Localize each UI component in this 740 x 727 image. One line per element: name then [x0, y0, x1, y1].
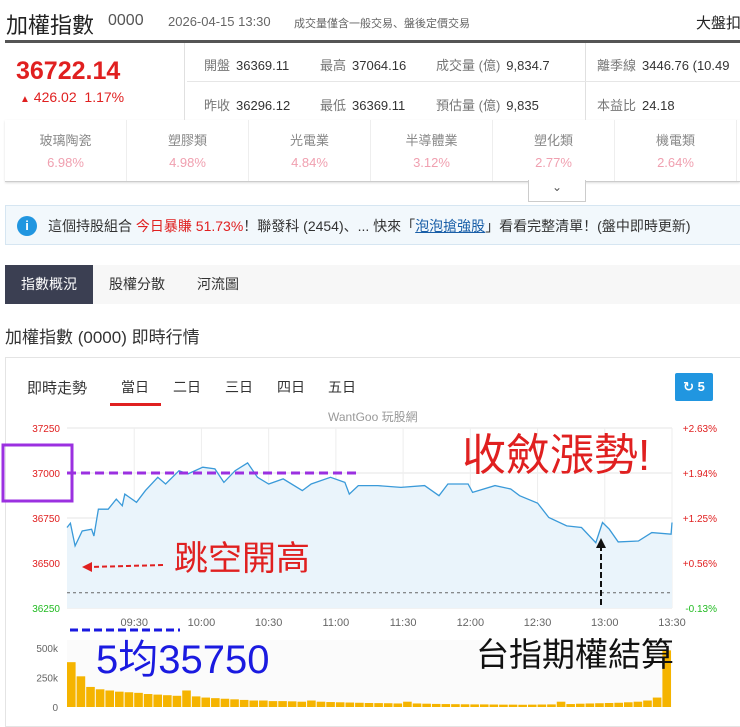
volume-bar: [307, 700, 316, 707]
x-tick-label: 10:00: [188, 617, 216, 629]
y-tick-label: 36500: [32, 559, 60, 570]
volume-bar: [527, 704, 537, 707]
volume-bar: [316, 701, 326, 707]
volume-tick-label: 500k: [36, 644, 59, 655]
volume-bar: [566, 704, 575, 707]
volume-bar: [403, 701, 412, 707]
volume-bar: [623, 702, 633, 707]
volume-bar: [268, 701, 278, 707]
volume-bar: [67, 662, 76, 707]
x-tick-label: 13:00: [591, 617, 619, 629]
volume-bar: [441, 704, 451, 707]
volume-bar: [383, 703, 393, 707]
y-tick-label: 36750: [32, 514, 60, 525]
volume-bar: [595, 703, 604, 707]
volume-bar: [547, 704, 556, 707]
volume-bar: [556, 701, 566, 707]
y-tick-label: 37250: [32, 424, 60, 435]
volume-bar: [460, 704, 470, 707]
y-tick-label: 37000: [32, 469, 60, 480]
y-tick-label: 36250: [32, 604, 60, 615]
volume-bar: [479, 704, 489, 707]
volume-bar: [499, 704, 508, 707]
volume-bar: [239, 699, 249, 707]
volume-bar: [297, 701, 307, 707]
volume-bar: [124, 692, 134, 707]
volume-bar: [326, 702, 335, 707]
volume-bar: [364, 702, 374, 707]
x-tick-label: 10:30: [255, 617, 283, 629]
annotation-text: 台指期權結算: [476, 636, 674, 673]
volume-bar: [643, 700, 652, 707]
volume-bar: [95, 689, 105, 707]
volume-bar: [412, 703, 422, 707]
volume-tick-label: 0: [52, 703, 58, 714]
volume-bar: [508, 704, 518, 707]
y-tick-label-pct: -0.13%: [685, 604, 717, 615]
volume-bar: [585, 703, 595, 707]
volume-bar: [604, 702, 614, 707]
volume-bar: [153, 694, 163, 707]
volume-bar: [76, 676, 86, 707]
y-tick-label-pct: +1.25%: [683, 514, 717, 525]
volume-bar: [182, 690, 191, 707]
volume-bar: [345, 702, 355, 707]
volume-bar: [470, 704, 479, 707]
volume-bar: [211, 698, 220, 707]
volume-bar: [230, 699, 239, 707]
volume-bar: [575, 703, 585, 707]
x-tick-label: 11:00: [323, 617, 350, 629]
volume-bar: [115, 691, 124, 707]
volume-bar: [374, 703, 383, 707]
volume-bar: [518, 704, 527, 707]
volume-tick-label: 250k: [36, 674, 59, 685]
volume-bar: [105, 690, 115, 707]
volume-bar: [489, 704, 499, 707]
volume-bar: [287, 701, 297, 707]
volume-bar: [134, 692, 143, 707]
volume-bar: [86, 686, 95, 707]
volume-bar: [422, 703, 431, 707]
volume-bar: [652, 697, 662, 707]
y-tick-label-pct: +1.94%: [683, 469, 717, 480]
volume-bar: [355, 702, 364, 707]
y-tick-label-pct: +2.63%: [683, 424, 717, 435]
volume-bar: [259, 700, 268, 707]
x-tick-label: 09:30: [120, 617, 148, 629]
y-tick-label-pct: +0.56%: [683, 559, 717, 570]
volume-bar: [451, 704, 460, 707]
x-tick-label: 13:30: [658, 617, 686, 629]
volume-bar: [201, 697, 211, 707]
x-tick-label: 12:00: [457, 617, 485, 629]
volume-bar: [393, 703, 403, 707]
volume-bar: [537, 704, 547, 707]
annotation-text: 收斂漲勢!: [462, 431, 650, 480]
volume-bar: [633, 701, 643, 707]
volume-bar: [172, 695, 182, 707]
annotation-text: 5均35750: [96, 638, 269, 682]
x-tick-label: 11:30: [390, 617, 417, 629]
volume-bar: [191, 696, 201, 707]
volume-bar: [163, 695, 172, 707]
volume-bar: [335, 702, 345, 707]
volume-bar: [249, 700, 259, 707]
volume-bar: [143, 694, 153, 707]
intraday-chart: 37250 +2.63% 37000 +1.94% 36750 +1.25% 36500 +0…: [1, 424, 717, 714]
volume-bar: [220, 698, 230, 707]
volume-bar: [431, 703, 441, 707]
annotation-text: 跳空開高: [174, 540, 310, 578]
volume-bar: [614, 702, 623, 707]
x-tick-label: 12:30: [524, 617, 552, 629]
volume-bar: [278, 701, 287, 707]
